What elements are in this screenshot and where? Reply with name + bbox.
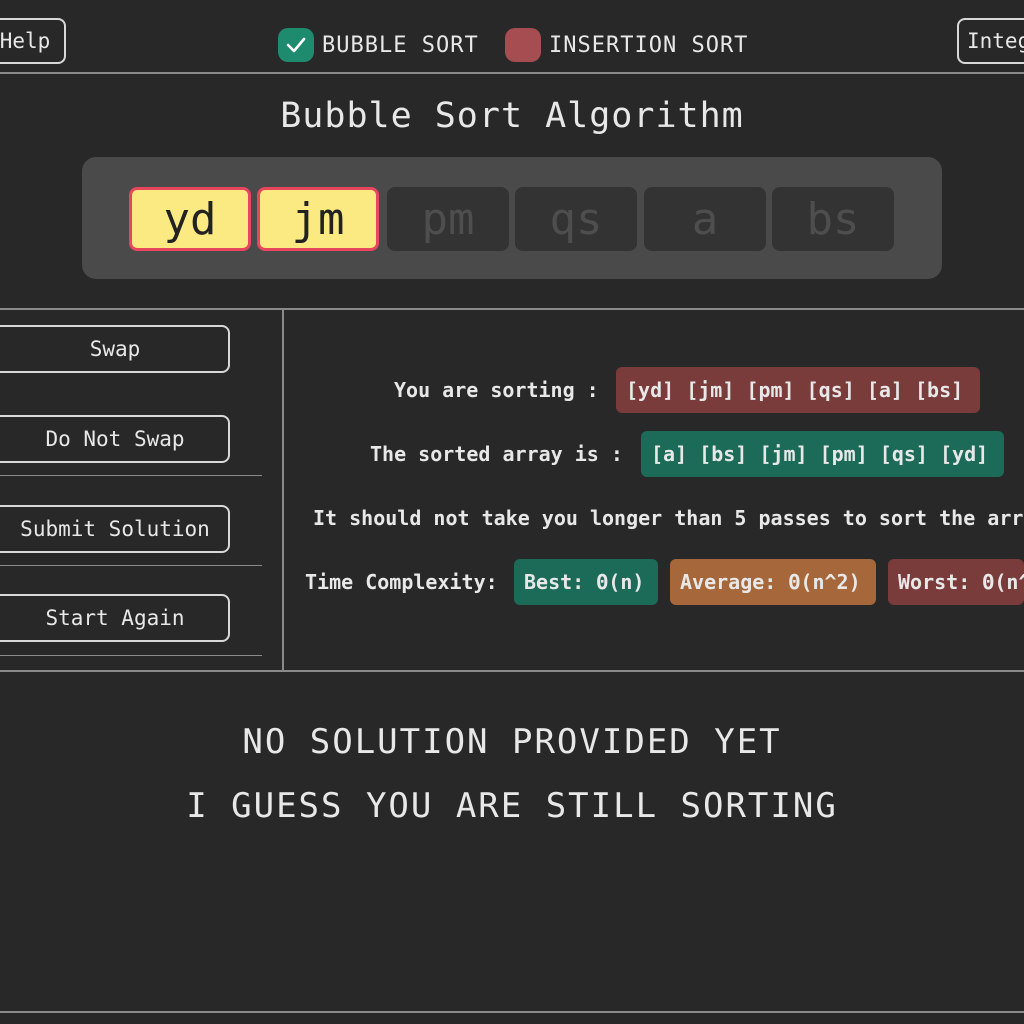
array-cell-value: qs — [549, 193, 603, 245]
help-label: Help — [0, 29, 51, 53]
algo-option-insertion[interactable]: INSERTION SORT — [505, 28, 748, 62]
footer-divider — [0, 1011, 1024, 1013]
array-cell[interactable]: qs — [515, 187, 637, 251]
data-type-label: Integers — [967, 29, 1024, 53]
bubble-sort-checkbox[interactable] — [278, 28, 314, 62]
array-cell[interactable]: jm — [257, 187, 379, 251]
array-cell-value: jm — [291, 193, 345, 245]
insertion-sort-label: INSERTION SORT — [549, 32, 749, 58]
swap-button[interactable]: Swap — [0, 325, 230, 373]
submit-solution-button[interactable]: Submit Solution — [0, 505, 230, 553]
control-divider — [0, 475, 262, 476]
array-cell[interactable]: pm — [387, 187, 509, 251]
array-cell-value: yd — [163, 193, 217, 245]
sorted-value-badge: [a] [bs] [jm] [pm] [qs] [yd] — [641, 431, 1004, 477]
sorted-label: The sorted array is : — [370, 442, 623, 466]
result-line-2: I GUESS YOU ARE STILL SORTING — [186, 786, 838, 826]
data-type-button[interactable]: Integers — [957, 18, 1024, 64]
sorting-label: You are sorting : — [394, 378, 599, 402]
tray-divider — [0, 308, 1024, 310]
do-not-swap-button[interactable]: Do Not Swap — [0, 415, 230, 463]
insertion-sort-checkbox[interactable] — [505, 28, 541, 62]
worst-complexity-badge: Worst: Θ(n^2) — [888, 559, 1024, 605]
swap-label: Swap — [89, 337, 141, 361]
do-not-swap-label: Do Not Swap — [45, 427, 185, 451]
array-cell[interactable]: a — [644, 187, 766, 251]
array-cell-value: pm — [421, 193, 475, 245]
algo-option-bubble[interactable]: BUBBLE SORT — [278, 28, 479, 62]
array-tray: yd jm pm qs a bs — [82, 157, 942, 279]
control-divider — [0, 655, 262, 656]
array-cell-value: bs — [806, 193, 860, 245]
submit-label: Submit Solution — [20, 517, 210, 541]
passes-text: It should not take you longer than 5 pas… — [313, 506, 1024, 530]
check-icon — [286, 37, 306, 53]
average-complexity-badge: Average: Θ(n^2) — [670, 559, 876, 605]
start-again-button[interactable]: Start Again — [0, 594, 230, 642]
start-again-label: Start Again — [45, 606, 185, 630]
best-complexity-badge: Best: Θ(n) — [514, 559, 658, 605]
header-divider — [0, 72, 1024, 74]
array-cell[interactable]: yd — [129, 187, 251, 251]
array-cell[interactable]: bs — [772, 187, 894, 251]
result-line-1: NO SOLUTION PROVIDED YET — [242, 722, 782, 762]
sorting-value-badge: [yd] [jm] [pm] [qs] [a] [bs] — [616, 367, 980, 413]
bubble-sort-label: BUBBLE SORT — [322, 32, 479, 58]
panel-divider — [282, 310, 284, 670]
array-cell-value: a — [691, 193, 719, 245]
help-button[interactable]: Help — [0, 18, 66, 64]
page-title: Bubble Sort Algorithm — [280, 96, 744, 136]
result-divider — [0, 670, 1024, 672]
control-divider — [0, 565, 262, 566]
complexity-label: Time Complexity: — [305, 570, 498, 594]
